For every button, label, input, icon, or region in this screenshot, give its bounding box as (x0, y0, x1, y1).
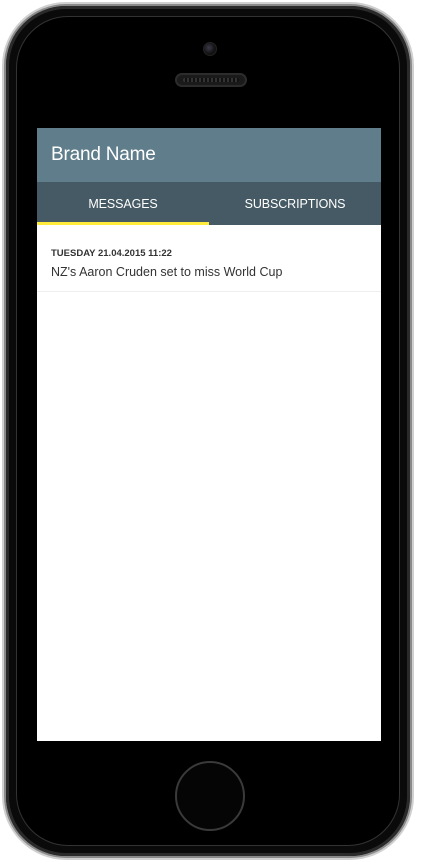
tab-messages-label: MESSAGES (88, 196, 158, 211)
tab-subscriptions[interactable]: SUBSCRIPTIONS (209, 182, 381, 225)
message-title: NZ's Aaron Cruden set to miss World Cup (51, 265, 283, 279)
message-date: TUESDAY 21.04.2015 11:22 (51, 248, 172, 259)
earpiece-speaker-icon (175, 73, 247, 87)
brand-title: Brand Name (51, 144, 156, 165)
app-bar: Brand Name (37, 128, 381, 182)
home-button (175, 761, 245, 831)
app-screen: Brand Name MESSAGES SUBSCRIPTIONS TUESDA… (37, 128, 381, 741)
tab-bar: MESSAGES SUBSCRIPTIONS (37, 182, 381, 225)
list-item[interactable]: TUESDAY 21.04.2015 11:22 NZ's Aaron Crud… (37, 225, 381, 292)
message-list: TUESDAY 21.04.2015 11:22 NZ's Aaron Crud… (37, 225, 381, 292)
front-camera-icon (203, 42, 217, 56)
tab-subscriptions-label: SUBSCRIPTIONS (244, 196, 346, 211)
tab-messages[interactable]: MESSAGES (37, 182, 209, 225)
device-frame: Brand Name MESSAGES SUBSCRIPTIONS TUESDA… (0, 0, 422, 865)
